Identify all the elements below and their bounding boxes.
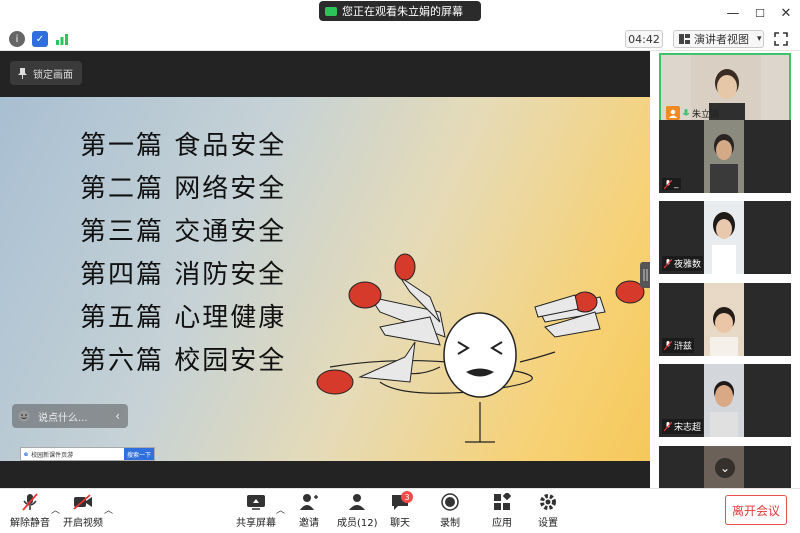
participant-tile[interactable]: 浒兹 [659, 283, 791, 356]
participant-tile[interactable]: ⌄ [659, 446, 791, 488]
participant-video [704, 283, 744, 356]
participant-video [704, 364, 744, 437]
close-button[interactable]: ✕ [773, 2, 799, 24]
participant-name: 浒兹 [674, 342, 693, 352]
emoji-icon [18, 410, 30, 422]
info-icon[interactable]: i [9, 31, 25, 47]
participant-tile[interactable]: 宋志超 [659, 364, 791, 437]
participant-video [704, 201, 744, 274]
record-label: 录制 [440, 518, 460, 529]
settings-label: 设置 [538, 518, 558, 529]
microphone-muted-icon [664, 179, 672, 189]
unmute-label: 解除静音 [10, 518, 50, 529]
record-button[interactable]: 录制 [440, 492, 460, 529]
microphone-muted-icon [20, 492, 40, 512]
taskbar-search-button: 搜索一下 [123, 448, 154, 460]
settings-button[interactable]: 设置 [538, 492, 558, 529]
camera-off-icon [73, 492, 93, 512]
chevron-down-icon: ▾ [757, 34, 762, 44]
participant-tile[interactable]: 夜雅数 [659, 201, 791, 274]
invite-button[interactable]: 邀请 [299, 492, 319, 529]
chat-placeholder: 说点什么... [38, 412, 88, 424]
shield-icon[interactable]: ✓ [32, 31, 48, 47]
record-icon [440, 492, 460, 512]
gear-icon [538, 492, 558, 512]
participant-name-tag: 夜雅数 [662, 256, 704, 271]
share-screen-icon [246, 492, 266, 512]
chat-label: 聊天 [390, 518, 410, 529]
add-person-icon [299, 492, 319, 512]
people-icon [347, 492, 367, 512]
microphone-muted-icon [664, 422, 672, 431]
participant-video [704, 120, 744, 193]
participant-tile[interactable]: 朱立娟 [659, 53, 791, 126]
minimize-button[interactable]: — [720, 2, 746, 24]
participant-name-tag: 浒兹 [662, 338, 695, 353]
scroll-down-icon[interactable]: ⌄ [715, 458, 735, 478]
share-screen-button[interactable]: 共享屏幕 [236, 492, 276, 529]
slide-taskbar-snippet: e 校园新课件页游 搜索一下 [20, 447, 155, 461]
grip-icon [643, 269, 648, 281]
screen-share-icon [325, 6, 337, 16]
participant-name: _ [674, 179, 679, 189]
browser-icon: e [24, 450, 29, 458]
meeting-timer: 04:42 [625, 30, 663, 48]
members-button[interactable]: 成员(12) [337, 492, 378, 529]
signal-icon[interactable] [54, 31, 70, 47]
view-mode-label: 演讲者视图 [694, 33, 749, 46]
invite-label: 邀请 [299, 518, 319, 529]
view-mode-dropdown[interactable]: 演讲者视图 ▾ [673, 30, 764, 48]
sharing-notice: 您正在观看朱立娟的屏幕 [319, 1, 481, 21]
unmute-button[interactable]: 解除静音 [10, 492, 50, 529]
chevron-up-icon[interactable]: ︿ [51, 503, 60, 516]
apps-grid-icon [492, 492, 512, 512]
participant-tile[interactable]: _ [659, 120, 791, 193]
chat-unread-badge: 3 [401, 491, 413, 503]
apps-label: 应用 [492, 518, 512, 529]
participant-name-tag: 朱立娟 [664, 105, 721, 121]
microphone-muted-icon [664, 341, 672, 350]
microphone-muted-icon [664, 259, 672, 268]
apps-button[interactable]: 应用 [492, 492, 512, 529]
host-icon [666, 106, 680, 120]
microphone-icon [682, 108, 690, 115]
lock-view-button[interactable]: 锁定画面 [10, 61, 82, 85]
lock-view-label: 锁定画面 [33, 69, 73, 81]
maximize-button[interactable]: ☐ [747, 2, 773, 24]
participant-name-tag: _ [662, 178, 681, 190]
participant-name: 夜雅数 [674, 260, 702, 270]
leave-meeting-button[interactable]: 离开会议 [725, 495, 787, 525]
chevron-up-icon[interactable]: ︿ [104, 503, 113, 516]
pin-icon [18, 67, 27, 79]
participant-name: 宋志超 [674, 423, 702, 433]
members-label: 成员(12) [337, 518, 378, 529]
chevron-up-icon[interactable]: ︿ [276, 503, 285, 516]
share-screen-label: 共享屏幕 [236, 518, 276, 529]
fullscreen-icon[interactable] [772, 30, 790, 48]
layout-icon [679, 34, 690, 44]
chat-quick-input[interactable]: 说点什么... ‹ [12, 404, 128, 428]
start-video-button[interactable]: 开启视频 [63, 492, 103, 529]
start-video-label: 开启视频 [63, 518, 103, 529]
sharing-notice-text: 您正在观看朱立娟的屏幕 [342, 5, 463, 18]
taskbar-text: 校园新课件页游 [31, 451, 74, 459]
chevron-left-icon[interactable]: ‹ [115, 409, 120, 423]
participant-name-tag: 宋志超 [662, 419, 704, 434]
participant-name: 朱立娟 [692, 109, 720, 120]
